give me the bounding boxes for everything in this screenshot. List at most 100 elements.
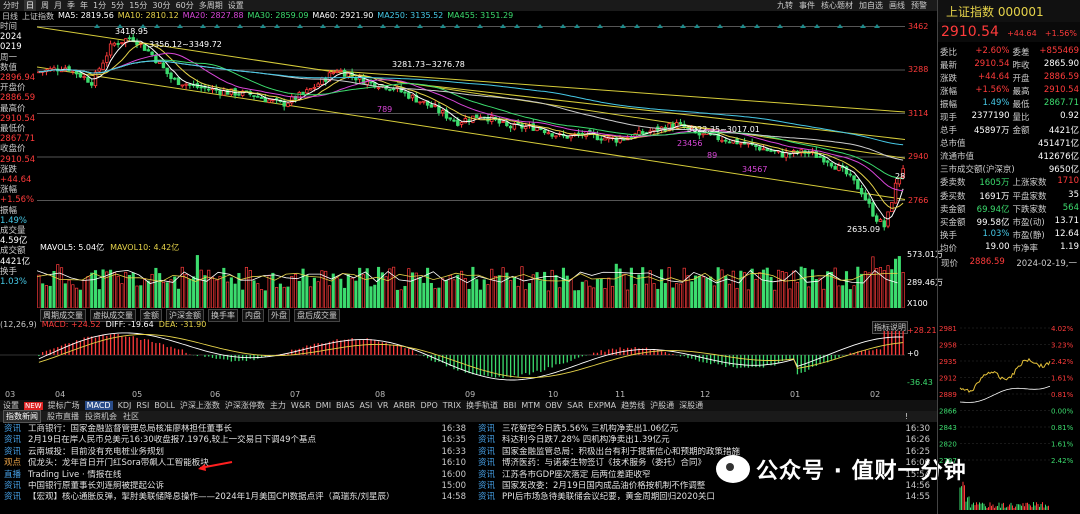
indicator-tab-8[interactable]: 沪深涨停数 [225,400,265,411]
watermark-text: 公众号 · 值财一分钟 [756,459,967,484]
toolbar-item-15min[interactable]: 15分 [129,0,147,11]
tab-opportunity[interactable]: 投资机会 [85,411,117,422]
candle [90,82,94,86]
indicator-tab-2[interactable]: 提标广场 [48,400,80,411]
toolbar-item-fenshi[interactable]: 分时 [3,0,19,11]
indicator-tab-4[interactable]: KDJ [118,401,132,410]
toolbar-item-30min[interactable]: 30分 [152,0,170,11]
indicator-tab-21[interactable]: OBV [545,401,562,410]
x-month-08: 08 [375,390,386,399]
indicator-tab-13[interactable]: ASI [359,401,372,410]
toolbar-event[interactable]: 事件 [799,0,815,11]
indicator-tab-3[interactable]: MACD [84,401,113,410]
indicator-tab-16[interactable]: DPO [420,401,437,410]
news-row[interactable]: 资讯 2月19日在岸人民币兑美元16:30收盘报7.1976,较上一交易日下调49… [4,435,466,446]
news-row[interactable]: 资讯 三花智控今日跌5.56% 三机构净卖出1.06亿元 16:30 [478,424,930,435]
news-row[interactable]: 资讯 PPI后市场急待美联储会议纪要，黄金周期回归2020关口 14:55 [478,492,930,503]
toolbar-item-multi[interactable]: 多周期 [199,0,223,11]
x-month-03: 03 [5,390,16,399]
indicator-tab-10[interactable]: W&R [291,401,311,410]
volume-tab-7[interactable]: 盘后成交量 [294,309,340,322]
news-tag: 资讯 [4,481,22,492]
candle [848,173,852,176]
toolbar-draw-line[interactable]: 画线 [889,0,905,11]
candle [463,118,468,124]
intraday-date: 2024-02-19,一 [1016,258,1077,269]
toolbar-item-5min[interactable]: 5分 [111,0,124,11]
kline-chart[interactable]: 3418.953356.12~3349.72 3281.73~3276.78 302… [37,22,905,242]
toolbar-item-year[interactable]: 年 [80,0,88,11]
news-row[interactable]: 资讯 科达利今日跌7.28% 四机构净卖出1.39亿元 16:26 [478,435,930,446]
candle [467,119,471,122]
toolbar-alert[interactable]: 预警 [911,0,927,11]
ma250-value: MA250: 3135.52 [377,11,444,20]
toolbar-item-settings[interactable]: 设置 [228,0,244,11]
news-row[interactable]: 资讯 云南城投：目前没有充电桩业务规划 16:33 [4,447,466,458]
indicator-tab-24[interactable]: 趋势线 [621,400,645,411]
tab-index-news[interactable]: 指数新闻 [3,410,41,423]
news-row[interactable]: 资讯 【宏观】核心通胀反弹，掣肘美联储降息操作——2024年1月美国CPI数据点评… [4,492,466,503]
news-title[interactable]: 三花智控今日跌5.56% 三机构净卖出1.06亿元 [502,424,890,435]
news-title[interactable]: PPI后市场急待美联储会议纪要，黄金周期回归2020关口 [502,492,890,503]
indicator-tab-20[interactable]: MTM [521,401,540,410]
toolbar-item-month[interactable]: 月 [54,0,62,11]
indicator-tab-12[interactable]: BIAS [336,401,354,410]
indicator-tab-14[interactable]: VR [377,401,388,410]
tab-live[interactable]: 股市直播 [47,411,79,422]
candle [508,125,513,129]
toolbar-jiuzhuan[interactable]: 九转 [777,0,793,11]
alert-icon[interactable]: ! [905,412,908,421]
news-row[interactable]: 资讯 中国银行原董事长刘连舸被提起公诉 15:00 [4,481,466,492]
toolbar-add-fav[interactable]: 加自选 [859,0,883,11]
tab-community[interactable]: 社区 [123,411,139,422]
toolbar-item-day[interactable]: 日 [24,0,36,11]
intraday-chart[interactable]: 2981 4.02% 2958 3.23% 2935 2.42% 2912 1.61% 2889… [938,322,1080,512]
quote-pair-left: 现手 2377190 [940,111,1010,123]
news-title[interactable]: 2月19日在岸人民币兑美元16:30收盘报7.1976,较上一交易日下调49个基… [28,435,426,446]
news-tabs: 指数新闻 股市直播 投资机会 社区 ! [0,410,937,423]
toolbar-core-theme[interactable]: 核心题材 [821,0,853,11]
volume-tab-4[interactable]: 换手率 [208,309,238,322]
quote-pair-right: 开盘 2886.59 [1010,72,1080,84]
toolbar-item-1min[interactable]: 1分 [93,0,106,11]
news-title[interactable]: 中国银行原董事长刘连舸被提起公诉 [28,481,426,492]
macd-chart[interactable] [0,331,905,389]
indicator-tab-11[interactable]: DMI [316,401,331,410]
candle [882,220,886,228]
indicator-tab-1[interactable]: NEW [24,401,43,410]
indicator-tab-18[interactable]: 换手轨道 [466,400,498,411]
news-title[interactable]: 云南城投：目前没有充电桩业务规划 [28,447,426,458]
indicator-tab-19[interactable]: BBI [503,401,516,410]
volume-chart[interactable] [37,252,905,308]
toolbar-item-week[interactable]: 周 [41,0,49,11]
volume-bar [697,275,701,308]
close-value: 2910.54 [0,154,36,165]
volume-tab-5[interactable]: 内盘 [242,309,264,322]
candle [388,88,392,91]
indicator-tab-5[interactable]: RSI [136,401,149,410]
indicator-tab-6[interactable]: BOLL [154,401,175,410]
candle [207,88,211,91]
quote-pair-right: 金额 4421亿 [1010,124,1080,136]
indicator-tab-15[interactable]: ARBR [393,401,415,410]
quote-row-label: 换手 [940,230,958,241]
news-title[interactable]: 【宏观】核心通胀反弹，掣肘美联储降息操作——2024年1月美国CPI数据点评（高… [28,492,426,503]
quote-row-value: 1.49% [982,97,1010,108]
toolbar-item-quarter[interactable]: 季 [67,0,75,11]
indicator-tab-23[interactable]: EXPMA [588,401,616,410]
quote-row-label: 流通市值 [940,152,975,163]
volume-bar [275,287,279,308]
indicator-tab-26[interactable]: 深股通 [679,400,703,411]
indicator-tab-7[interactable]: 沪深上涨数 [180,400,220,411]
indicator-tab-17[interactable]: TRIX [443,401,461,410]
news-title[interactable]: 科达利今日跌7.28% 四机构净卖出1.39亿元 [502,435,890,446]
volume-bar [539,280,543,308]
toolbar-item-60min[interactable]: 60分 [176,0,194,11]
volume-tab-6[interactable]: 外盘 [268,309,290,322]
candle [188,83,192,86]
news-row[interactable]: 资讯 工商银行：国家金融监督管理总局核准廖林担任董事长 16:38 [4,424,466,435]
news-title[interactable]: 工商银行：国家金融监督管理总局核准廖林担任董事长 [28,424,426,435]
indicator-tab-22[interactable]: SAR [567,401,583,410]
indicator-tab-9[interactable]: 主力 [270,400,286,411]
indicator-tab-25[interactable]: 沪股通 [650,400,674,411]
